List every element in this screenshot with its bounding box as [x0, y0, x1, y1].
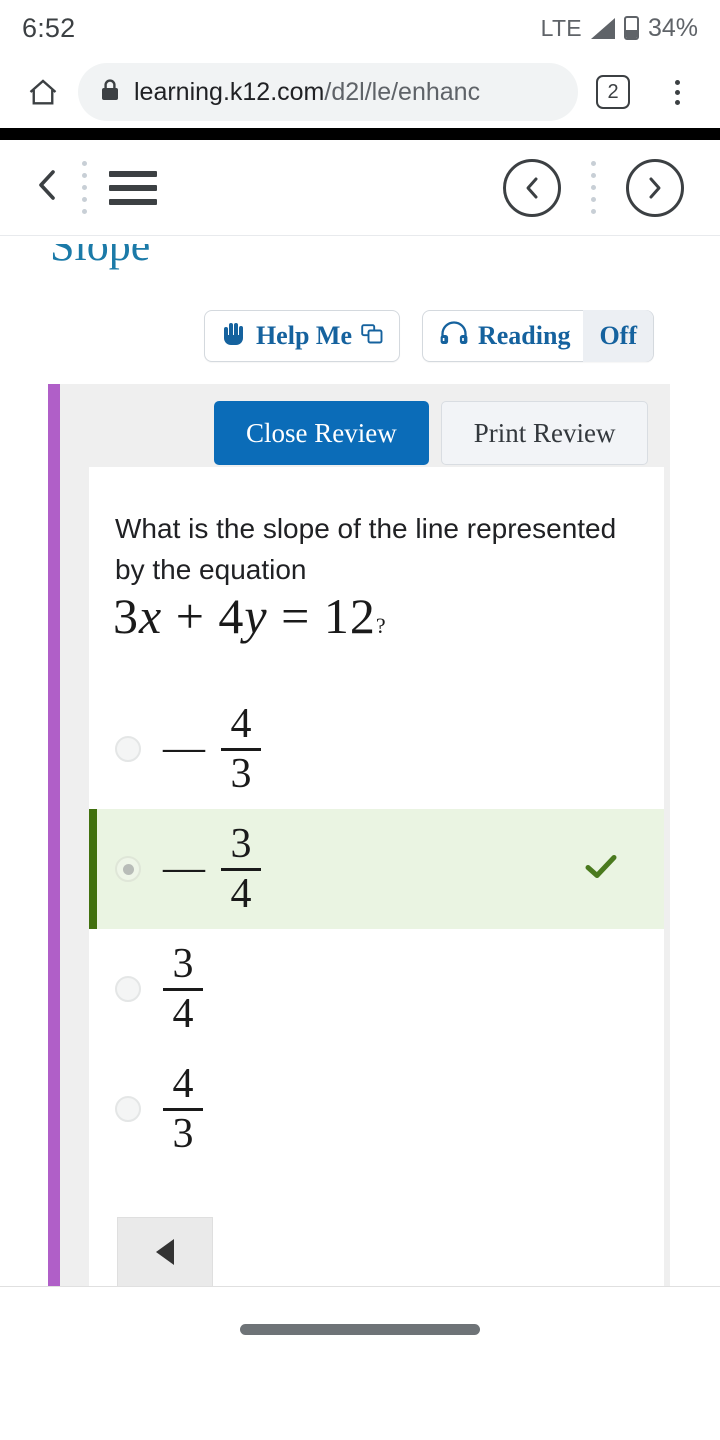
denominator: 4 [172, 990, 194, 1037]
battery-percent-label: 34% [647, 13, 698, 42]
eq-var-y: y [244, 588, 268, 644]
eq-coeff-b: 4 [218, 588, 245, 644]
answer-option[interactable]: — 3 4 [89, 809, 664, 929]
answer-value: — 4 3 [163, 700, 261, 797]
previous-question-button[interactable] [117, 1217, 213, 1287]
status-clock: 6:52 [22, 12, 76, 43]
print-review-button[interactable]: Print Review [440, 401, 649, 465]
battery-icon [623, 16, 639, 40]
triangle-left-icon [156, 1239, 174, 1265]
answer-value: 4 3 [163, 1060, 203, 1157]
numerator: 3 [172, 940, 194, 987]
tab-count-badge: 2 [596, 75, 630, 109]
dotted-divider-icon [82, 157, 87, 219]
toolbar-left-group [0, 157, 157, 219]
gesture-pill-icon[interactable] [240, 1323, 480, 1335]
url-text: learning.k12.com/d2l/le/enhanc [134, 78, 480, 107]
url-host: learning.k12.com [134, 77, 325, 106]
browser-omnibox-bar: learning.k12.com/d2l/le/enhanc 2 [0, 56, 720, 128]
eq-constant: 12 [323, 588, 376, 644]
dotted-divider-icon [591, 157, 596, 219]
answer-value: — 3 4 [163, 820, 261, 917]
fraction: 3 4 [163, 940, 203, 1037]
home-icon[interactable] [14, 63, 72, 121]
radio-button[interactable] [115, 1096, 141, 1122]
url-bar[interactable]: learning.k12.com/d2l/le/enhanc [78, 63, 578, 121]
question-equation: 3x + 4y = 12? [113, 587, 387, 645]
android-status-bar: 6:52 LTE 34% [0, 0, 720, 56]
help-me-label: Help Me [255, 321, 352, 350]
toolbar-right-group [503, 157, 684, 219]
review-action-buttons: Close Review Print Review [214, 401, 649, 465]
circle-chevron-right-icon[interactable] [626, 158, 684, 217]
network-type-label: LTE [540, 14, 582, 41]
fraction: 4 3 [221, 700, 261, 797]
answer-option[interactable]: — 4 3 [89, 689, 664, 809]
denominator: 3 [172, 1110, 194, 1157]
denominator: 3 [230, 750, 252, 797]
help-me-button[interactable]: Help Me [203, 310, 400, 362]
lock-icon [100, 78, 120, 107]
eq-plus: + [175, 588, 205, 644]
tab-switcher-button[interactable]: 2 [584, 63, 642, 121]
eq-coeff-a: 3 [113, 588, 139, 644]
reading-label: Reading [477, 321, 571, 350]
radio-button[interactable] [115, 976, 141, 1002]
eq-equals: = [281, 588, 311, 644]
numerator: 3 [230, 820, 252, 867]
question-card: What is the slope of the line represente… [89, 467, 664, 1315]
question-prompt: What is the slope of the line represente… [115, 513, 617, 585]
course-toolbar [0, 140, 720, 236]
radio-button[interactable] [115, 856, 141, 882]
check-mark-icon [584, 853, 618, 886]
fraction: 4 3 [163, 1060, 203, 1157]
signal-triangle-icon [590, 17, 615, 39]
negative-sign: — [163, 845, 205, 891]
numerator: 4 [230, 700, 252, 747]
external-window-icon [361, 321, 383, 351]
headphones-icon [439, 320, 469, 352]
quiz-container: Close Review Print Review What is the sl… [48, 384, 670, 1334]
answer-option[interactable]: 4 3 [89, 1049, 664, 1169]
system-gesture-bar [0, 1286, 720, 1371]
reading-toggle-button[interactable]: Reading Off [421, 310, 654, 362]
answer-option[interactable]: 3 4 [89, 929, 664, 1049]
fraction: 3 4 [221, 820, 261, 917]
radio-button[interactable] [115, 736, 141, 762]
reading-state-label[interactable]: Off [583, 310, 653, 362]
url-path: /d2l/le/enhanc [324, 77, 481, 106]
raised-hand-icon [221, 320, 247, 353]
status-indicators: LTE 34% [541, 14, 698, 43]
lesson-tool-buttons: Help Me Reading Off [0, 310, 720, 362]
chrome-page-separator [0, 128, 720, 140]
kebab-menu-icon [674, 79, 680, 105]
question-mark: ? [375, 613, 387, 638]
back-button[interactable] [34, 168, 60, 207]
eq-var-x: x [139, 588, 163, 644]
denominator: 4 [230, 870, 252, 917]
answer-value: 3 4 [163, 940, 203, 1037]
answer-options-list: — 4 3 — 3 4 3 4 4 3 [89, 689, 664, 1169]
close-review-button[interactable]: Close Review [214, 401, 429, 465]
negative-sign: — [163, 725, 205, 771]
circle-chevron-left-icon[interactable] [503, 158, 561, 217]
lesson-page: Slope Help Me Reading Off Close Review P… [0, 236, 720, 1371]
hamburger-menu-icon[interactable] [109, 170, 157, 205]
browser-menu-button[interactable] [648, 63, 706, 121]
numerator: 4 [172, 1060, 194, 1107]
